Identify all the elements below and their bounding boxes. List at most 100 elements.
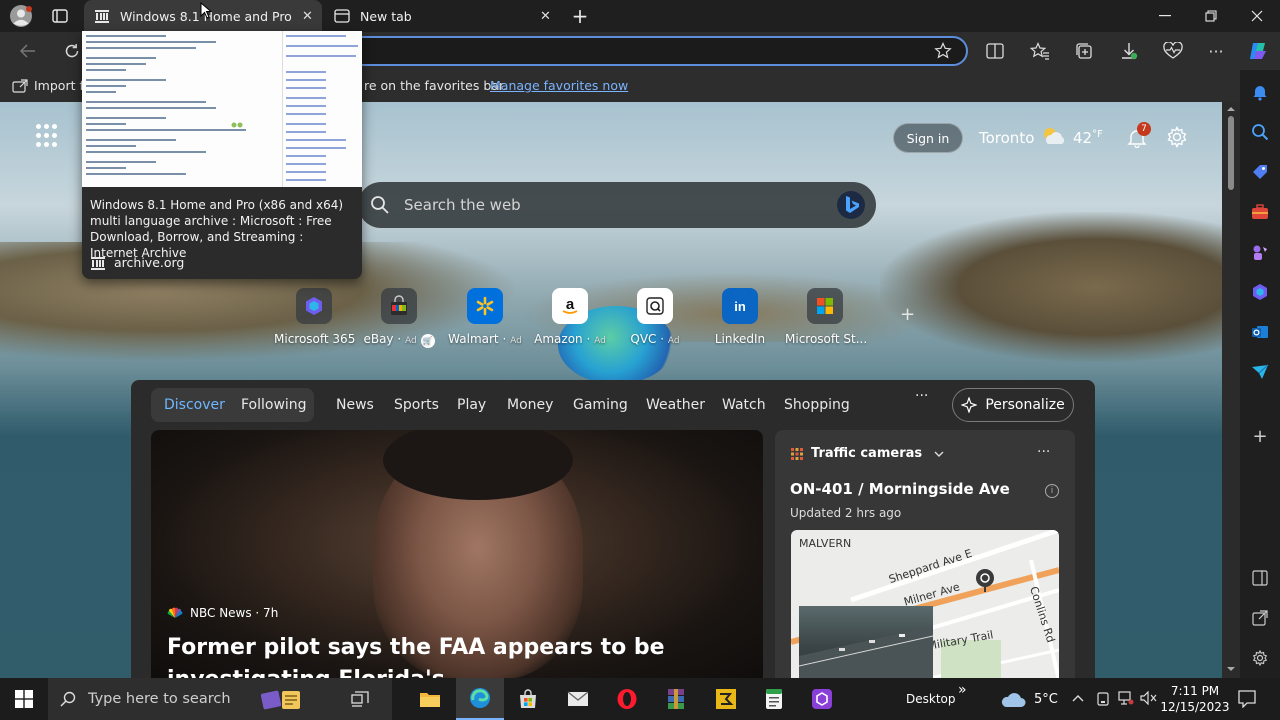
drop-send-icon[interactable]: [1250, 362, 1270, 382]
tab-actions-icon[interactable]: [46, 6, 74, 26]
close-tab-icon[interactable]: ✕: [302, 9, 313, 24]
camera-pin-icon[interactable]: [975, 568, 995, 592]
sidebar-settings-gear-icon[interactable]: [1250, 648, 1270, 668]
close-window-button[interactable]: [1234, 0, 1280, 32]
web-search-box[interactable]: Search the web: [358, 182, 876, 228]
close-tab-icon[interactable]: ✕: [540, 9, 551, 24]
notepad-app-taskbar-icon[interactable]: [750, 678, 798, 720]
outlook-icon[interactable]: [1250, 322, 1270, 342]
traffic-more-button[interactable]: ···: [1037, 444, 1050, 460]
quick-link-amazon[interactable]: a Amazon · Ad: [530, 288, 610, 346]
weather-city[interactable]: Toronto: [979, 129, 1034, 147]
search-icon: [370, 195, 390, 215]
tools-briefcase-icon[interactable]: [1250, 202, 1270, 222]
downloads-icon[interactable]: [1111, 32, 1147, 70]
add-sidebar-app-icon[interactable]: +: [1250, 426, 1270, 447]
tab-gaming[interactable]: Gaming: [573, 397, 628, 413]
quick-link-name: eBay: [363, 332, 394, 346]
restore-button[interactable]: [1188, 0, 1234, 32]
quick-link-linkedin[interactable]: in LinkedIn: [700, 288, 780, 346]
quick-link-qvc[interactable]: QVC · Ad: [615, 288, 695, 346]
network-icon[interactable]: [1118, 691, 1134, 705]
minimize-button[interactable]: [1142, 0, 1188, 32]
scrollbar-thumb[interactable]: [1228, 116, 1234, 190]
copilot-hex-icon[interactable]: [1250, 282, 1270, 302]
add-quick-link-button[interactable]: +: [900, 304, 915, 325]
device-tray-icon[interactable]: [1096, 692, 1110, 706]
info-icon[interactable]: i: [1045, 484, 1059, 498]
page-scrollbar[interactable]: [1222, 102, 1240, 678]
scroll-up-icon[interactable]: [1222, 104, 1240, 114]
utility-taskbar-icon[interactable]: [702, 678, 750, 720]
app-launcher-icon[interactable]: [36, 124, 60, 148]
toolbar-chevron[interactable]: »: [958, 682, 967, 698]
tab-play[interactable]: Play: [457, 397, 486, 413]
tab-new-tab[interactable]: New tab ✕: [326, 0, 558, 32]
games-icon[interactable]: [1250, 242, 1270, 262]
weather-temperature[interactable]: 42°F: [1073, 129, 1103, 147]
action-center-icon[interactable]: [1238, 690, 1256, 708]
traffic-card-header[interactable]: Traffic cameras: [791, 446, 944, 461]
hero-news-card[interactable]: NBC News · 7h Former pilot says the FAA …: [151, 430, 763, 678]
microsoft-store-taskbar-icon[interactable]: [504, 678, 552, 720]
tab-weather[interactable]: Weather: [646, 397, 705, 413]
show-hidden-icons-chevron[interactable]: [1072, 694, 1084, 702]
taskbar-search-placeholder: Type here to search: [88, 691, 231, 707]
quick-link-ebay[interactable]: eBay · Ad 🛒: [359, 288, 439, 348]
settings-more-icon[interactable]: ···: [1198, 32, 1234, 70]
task-view-button[interactable]: [336, 678, 384, 720]
import-label: Import f: [34, 78, 84, 93]
browser-essentials-icon[interactable]: [1155, 32, 1191, 70]
camera-snapshot[interactable]: [798, 606, 934, 678]
tab-watch[interactable]: Watch: [722, 397, 766, 413]
scroll-down-icon[interactable]: [1222, 664, 1240, 674]
desktop-toolbar-label[interactable]: Desktop: [906, 692, 956, 706]
bing-chat-icon[interactable]: [836, 190, 866, 220]
taskbar-clock[interactable]: 7:11 PM 12/15/2023: [1160, 683, 1230, 715]
collections-icon[interactable]: [1066, 32, 1102, 70]
taskbar-temperature[interactable]: 5°C: [1034, 692, 1058, 707]
tab-following[interactable]: Following: [241, 397, 307, 413]
split-screen-icon[interactable]: [977, 32, 1013, 70]
search-icon[interactable]: [1250, 122, 1270, 142]
quick-link-name: QVC: [630, 332, 657, 346]
winrar-taskbar-icon[interactable]: [652, 678, 700, 720]
favorite-star-icon[interactable]: [934, 42, 952, 60]
app-hex-taskbar-icon[interactable]: [798, 678, 846, 720]
tab-money[interactable]: Money: [507, 397, 553, 413]
sign-in-button[interactable]: Sign in: [893, 123, 963, 153]
tab-shopping[interactable]: Shopping: [784, 397, 850, 413]
cloudy-weather-icon[interactable]: [1000, 690, 1026, 708]
hide-sidebar-icon[interactable]: [1250, 568, 1270, 588]
volume-muted-icon[interactable]: [1140, 691, 1158, 705]
traffic-map[interactable]: MALVERN Sheppard Ave E Milner Ave Milita…: [791, 530, 1059, 678]
opera-taskbar-icon[interactable]: [603, 678, 651, 720]
import-favorites-button[interactable]: Import f: [12, 78, 84, 93]
manage-favorites-link[interactable]: Manage favorites now: [490, 78, 628, 93]
favorites-icon[interactable]: [1022, 32, 1058, 70]
back-button[interactable]: [10, 32, 46, 70]
file-explorer-taskbar-icon[interactable]: [406, 678, 454, 720]
quick-link-microsoft-365[interactable]: Microsoft 365: [274, 288, 355, 346]
hero-headline[interactable]: Former pilot says the FAA appears to be …: [167, 632, 747, 678]
quick-link-walmart[interactable]: Walmart · Ad: [445, 288, 525, 346]
quick-link-microsoft-store[interactable]: Microsoft St...: [785, 288, 867, 346]
profile-avatar[interactable]: [8, 4, 34, 28]
feed-more-button[interactable]: ···: [915, 388, 928, 404]
copilot-icon[interactable]: [1240, 32, 1276, 70]
archive-icon: [94, 9, 110, 23]
personalize-button[interactable]: Personalize: [952, 388, 1074, 422]
tab-sports[interactable]: Sports: [394, 397, 439, 413]
page-settings-gear-icon[interactable]: [1166, 125, 1188, 149]
new-tab-button[interactable]: +: [566, 4, 594, 28]
mail-taskbar-icon[interactable]: [554, 678, 602, 720]
tab-discover[interactable]: Discover: [164, 397, 225, 413]
notification-bell-icon[interactable]: [1250, 82, 1270, 102]
shopping-tag-icon[interactable]: [1250, 162, 1270, 182]
start-button[interactable]: [0, 678, 48, 720]
open-in-window-icon[interactable]: [1250, 608, 1270, 628]
traffic-cameras-card[interactable]: Traffic cameras ··· ON-401 / Morningside…: [775, 430, 1075, 678]
partly-cloudy-icon[interactable]: [1040, 126, 1068, 146]
tab-news[interactable]: News: [336, 397, 374, 413]
edge-taskbar-icon[interactable]: [456, 678, 504, 720]
